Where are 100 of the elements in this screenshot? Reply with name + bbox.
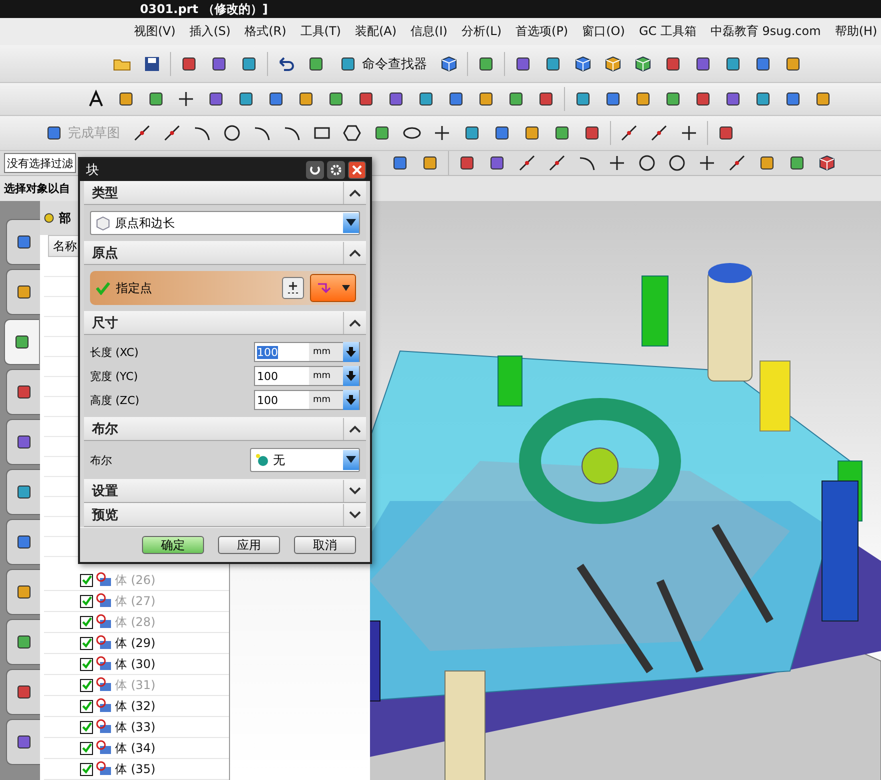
line-icon[interactable] bbox=[547, 153, 567, 173]
visibility-checkbox[interactable] bbox=[80, 616, 93, 628]
chevron-up-icon bbox=[349, 424, 361, 432]
cube-icon[interactable] bbox=[573, 54, 593, 74]
resource-tab[interactable] bbox=[6, 369, 41, 415]
section-header[interactable]: 尺寸 bbox=[84, 311, 366, 335]
checkmark-icon bbox=[82, 764, 92, 774]
menu-item[interactable]: 帮助(H) bbox=[828, 21, 881, 42]
resource-tab[interactable] bbox=[6, 669, 41, 715]
caret-icon bbox=[346, 219, 356, 227]
resource-tab[interactable] bbox=[6, 519, 41, 565]
close-button[interactable] bbox=[348, 161, 366, 179]
arrow-icon bbox=[316, 280, 332, 296]
command-finder-button[interactable]: 命令查找器 bbox=[334, 52, 431, 76]
line-icon[interactable] bbox=[162, 123, 182, 143]
navigator-title: 部 bbox=[59, 210, 71, 226]
resource-tab[interactable] bbox=[6, 419, 41, 465]
resource-tab[interactable] bbox=[6, 619, 41, 665]
visibility-checkbox[interactable] bbox=[80, 678, 93, 692]
resource-tab[interactable] bbox=[6, 219, 41, 265]
resource-tab[interactable] bbox=[6, 569, 41, 615]
menu-item[interactable]: 装配(A) bbox=[348, 21, 403, 42]
cube-icon[interactable] bbox=[603, 54, 623, 74]
visibility-checkbox[interactable] bbox=[80, 658, 93, 670]
caret-icon bbox=[342, 285, 350, 291]
section-header[interactable]: 设置 bbox=[84, 479, 366, 503]
plus-icon[interactable] bbox=[679, 123, 699, 143]
status-prompt: 选择对象以自 bbox=[4, 181, 70, 196]
circle-icon[interactable] bbox=[637, 153, 657, 173]
body-name[interactable]: 体 (30) bbox=[115, 656, 156, 672]
body-name[interactable]: 体 (34) bbox=[115, 740, 156, 756]
body-name[interactable]: 体 (29) bbox=[115, 634, 156, 652]
dialog-button[interactable]: 确定 bbox=[142, 536, 204, 554]
type-dropdown[interactable]: 原点和边长 bbox=[90, 211, 360, 235]
plus-icon[interactable] bbox=[607, 153, 627, 173]
down-arrow-icon bbox=[346, 347, 356, 357]
body-name[interactable]: 体 (35) bbox=[115, 760, 156, 778]
visibility-checkbox[interactable] bbox=[80, 700, 93, 712]
point-selection-row[interactable]: 指定点 bbox=[90, 271, 360, 305]
chevron-down-icon bbox=[349, 510, 361, 518]
menu-item[interactable]: 格式(R) bbox=[238, 21, 292, 42]
section-header[interactable]: 原点 bbox=[84, 241, 366, 265]
menu-item[interactable]: 工具(T) bbox=[294, 21, 347, 42]
chevron-up-icon bbox=[349, 188, 361, 196]
visibility-checkbox[interactable] bbox=[80, 594, 93, 608]
plus-icon[interactable] bbox=[176, 89, 196, 109]
close-icon bbox=[351, 164, 363, 176]
dialog-button[interactable]: 取消 bbox=[294, 536, 356, 554]
section-header[interactable]: 预览 bbox=[84, 503, 366, 527]
checkmark-icon bbox=[82, 743, 92, 753]
body-icon bbox=[95, 656, 113, 672]
hexagon-icon[interactable] bbox=[342, 123, 362, 143]
caret-icon bbox=[346, 456, 356, 464]
menu-item[interactable]: 信息(I) bbox=[404, 21, 454, 42]
menu-item[interactable]: 窗口(O) bbox=[576, 21, 631, 42]
resource-tab[interactable] bbox=[6, 469, 41, 515]
section-header[interactable]: 布尔 bbox=[84, 417, 366, 441]
menu-item[interactable]: 首选项(P) bbox=[510, 21, 574, 42]
resource-tab[interactable] bbox=[6, 719, 41, 765]
line-icon[interactable] bbox=[727, 153, 747, 173]
line-icon[interactable] bbox=[619, 123, 639, 143]
visibility-checkbox[interactable] bbox=[80, 636, 93, 650]
cube-icon[interactable] bbox=[439, 54, 459, 74]
resource-tab[interactable] bbox=[4, 319, 39, 365]
dimension-field[interactable]: 100 mm bbox=[254, 342, 360, 362]
pin-icon[interactable] bbox=[43, 212, 55, 224]
cube-icon[interactable] bbox=[817, 153, 837, 173]
selection-filter-field[interactable]: 没有选择过滤 bbox=[4, 153, 76, 173]
point-label: 指定点 bbox=[116, 280, 153, 296]
boolean-dropdown[interactable]: 无 bbox=[250, 448, 360, 472]
circle-icon[interactable] bbox=[667, 153, 687, 173]
section-header[interactable]: 类型 bbox=[84, 181, 366, 205]
circle-icon[interactable] bbox=[222, 123, 242, 143]
menu-item[interactable]: 中磊教育 9sug.com bbox=[704, 21, 827, 42]
visibility-checkbox[interactable] bbox=[80, 574, 93, 586]
visibility-checkbox[interactable] bbox=[80, 762, 93, 776]
plus-icon[interactable] bbox=[697, 153, 717, 173]
dimension-field[interactable]: 100 mm bbox=[254, 390, 360, 410]
menu-item[interactable]: GC 工具箱 bbox=[632, 21, 702, 42]
visibility-checkbox[interactable] bbox=[80, 742, 93, 754]
letter-icon[interactable] bbox=[86, 89, 106, 109]
plus-icon[interactable] bbox=[432, 123, 452, 143]
menu-item[interactable]: 视图(V) bbox=[128, 21, 182, 42]
point-dialog-button[interactable] bbox=[282, 277, 304, 299]
line-icon[interactable] bbox=[517, 153, 537, 173]
menu-item[interactable]: 分析(L) bbox=[455, 21, 508, 42]
body-icon bbox=[95, 761, 113, 777]
dimension-field[interactable]: 100 mm bbox=[254, 366, 360, 386]
visibility-checkbox[interactable] bbox=[80, 720, 93, 734]
reset-button[interactable] bbox=[306, 161, 324, 179]
inferred-point-button[interactable] bbox=[310, 274, 356, 302]
dialog-button[interactable]: 应用 bbox=[218, 536, 280, 554]
line-icon[interactable] bbox=[649, 123, 669, 143]
resource-tab[interactable] bbox=[6, 269, 41, 315]
cube-icon[interactable] bbox=[633, 54, 653, 74]
body-name[interactable]: 体 (33) bbox=[115, 718, 156, 736]
settings-button[interactable] bbox=[327, 161, 345, 179]
body-name[interactable]: 体 (32) bbox=[115, 698, 156, 714]
menu-item[interactable]: 插入(S) bbox=[184, 21, 237, 42]
line-icon[interactable] bbox=[132, 123, 152, 143]
